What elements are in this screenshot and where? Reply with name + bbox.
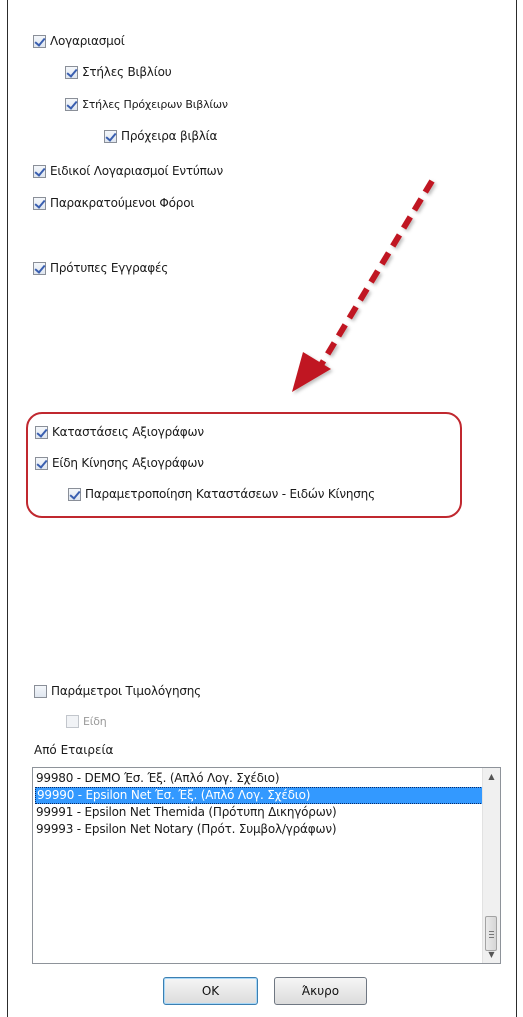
checkbox-billing-params[interactable]: Παράμετροι Τιμολόγησης <box>34 682 201 700</box>
list-item-selected[interactable]: 99990 - Epsilon Net Έσ. Έξ. (Απλό Λογ. Σ… <box>35 787 483 804</box>
checkbox-items: Είδη <box>66 712 107 730</box>
checkbox-unchecked-icon <box>34 684 47 698</box>
checkbox-checked-icon <box>68 487 81 501</box>
list-item[interactable]: 99993 - Epsilon Net Notary (Πρότ. Συμβολ… <box>35 821 484 838</box>
checkbox-unchecked-icon <box>66 714 79 728</box>
list-item[interactable]: 99991 - Epsilon Net Themida (Πρότυπη Δικ… <box>35 804 484 821</box>
checkbox-checked-icon <box>35 425 48 439</box>
dashed-arrow-annotation <box>292 179 435 392</box>
company-listbox[interactable]: 99980 - DEMO Έσ. Έξ. (Απλό Λογ. Σχέδιο) … <box>32 767 501 964</box>
ok-button[interactable]: OK <box>163 977 258 1005</box>
checkbox-label: Παραμετροποίηση Καταστάσεων - Ειδών Κίνη… <box>85 487 375 501</box>
checkbox-checked-icon <box>35 456 48 470</box>
list-item[interactable]: 99980 - DEMO Έσ. Έξ. (Απλό Λογ. Σχέδιο) <box>35 770 484 787</box>
scroll-down-icon[interactable]: ▼ <box>483 946 500 963</box>
checkbox-label: Είδη <box>83 714 107 728</box>
checkbox-label: Καταστάσεις Αξιογράφων <box>52 425 204 439</box>
scroll-up-icon[interactable]: ▲ <box>483 768 500 785</box>
cancel-button[interactable]: Άκυρο <box>274 977 367 1005</box>
checkbox-securities-movement-types[interactable]: Είδη Κίνησης Αξιογράφων <box>35 454 204 472</box>
checkbox-label: Είδη Κίνησης Αξιογράφων <box>52 456 204 470</box>
checkbox-securities-statuses[interactable]: Καταστάσεις Αξιογράφων <box>35 423 204 441</box>
checkbox-label: Παράμετροι Τιμολόγησης <box>51 684 202 698</box>
company-label: Από Εταιρεία <box>34 743 114 757</box>
listbox-scrollbar[interactable]: ▲ ▼ <box>482 768 500 963</box>
checkbox-statuses-movement-params[interactable]: Παραμετροποίηση Καταστάσεων - Ειδών Κίνη… <box>68 485 375 503</box>
